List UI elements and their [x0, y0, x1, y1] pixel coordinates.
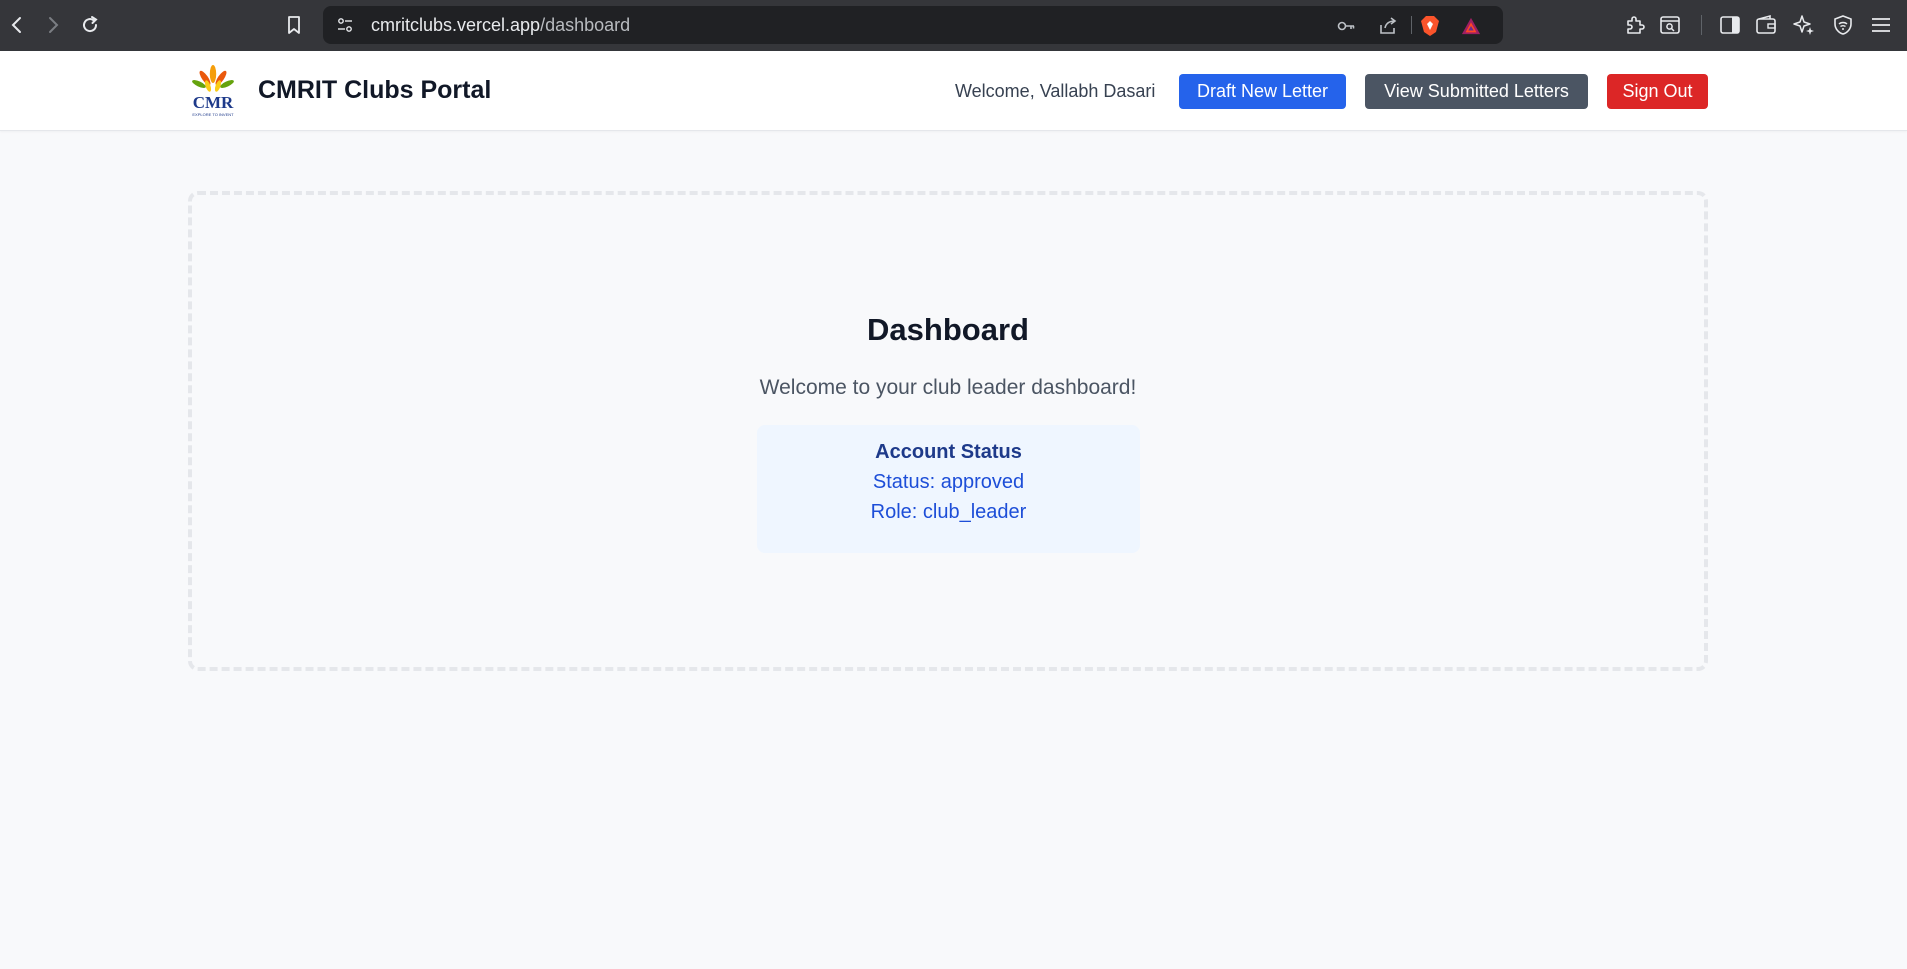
tab-search-icon[interactable]: [1658, 13, 1682, 37]
dashboard-subtitle: Welcome to your club leader dashboard!: [759, 376, 1137, 399]
site-settings-icon[interactable]: [337, 17, 353, 33]
forward-icon[interactable]: [40, 12, 66, 38]
page-title: Dashboard: [867, 312, 1029, 347]
account-status-value: Status: approved: [872, 471, 1025, 493]
brave-shields-icon[interactable]: [1420, 16, 1440, 36]
account-status-heading: Account Status: [875, 441, 1022, 463]
sign-out-button[interactable]: Sign Out: [1607, 74, 1708, 109]
address-bar[interactable]: cmritclubs.vercel.app/dashboard: [323, 6, 1503, 44]
logo-text: CMR: [193, 93, 234, 112]
sidebar-icon[interactable]: [1718, 13, 1742, 37]
site-header: CMR EXPLORE TO INVENT CMRIT Clubs Portal…: [0, 51, 1907, 131]
logo-tagline: EXPLORE TO INVENT: [192, 112, 234, 117]
site-title[interactable]: CMRIT Clubs Portal: [258, 76, 491, 105]
leo-ai-icon[interactable]: [1792, 13, 1816, 37]
brave-rewards-icon[interactable]: [1461, 16, 1481, 36]
toolbar-divider: [1701, 15, 1702, 35]
view-submitted-letters-button[interactable]: View Submitted Letters: [1365, 74, 1588, 109]
wallet-icon[interactable]: [1754, 13, 1778, 37]
reload-icon[interactable]: [77, 12, 103, 38]
bookmark-icon[interactable]: [281, 12, 307, 38]
password-key-icon[interactable]: [1336, 16, 1356, 36]
draft-new-letter-button[interactable]: Draft New Letter: [1179, 74, 1346, 109]
account-role-value: Role: club_leader: [870, 501, 1027, 523]
cmr-logo[interactable]: CMR EXPLORE TO INVENT: [187, 64, 239, 118]
url-host: cmritclubs.vercel.app: [371, 15, 541, 35]
welcome-user-text: Welcome, Vallabh Dasari: [955, 81, 1156, 101]
address-divider: [1411, 16, 1412, 34]
vpn-shield-icon[interactable]: [1831, 13, 1855, 37]
menu-icon[interactable]: [1869, 13, 1893, 37]
url-text[interactable]: cmritclubs.vercel.app/dashboard: [371, 15, 630, 36]
browser-toolbar: cmritclubs.vercel.app/dashboard: [0, 0, 1907, 51]
extensions-icon[interactable]: [1623, 13, 1647, 37]
url-path: /dashboard: [540, 15, 631, 35]
back-icon[interactable]: [4, 12, 30, 38]
account-status-box: Account Status Status: approved Role: cl…: [757, 425, 1140, 553]
dashboard-card: Dashboard Welcome to your club leader da…: [188, 191, 1708, 671]
share-icon[interactable]: [1378, 16, 1398, 36]
